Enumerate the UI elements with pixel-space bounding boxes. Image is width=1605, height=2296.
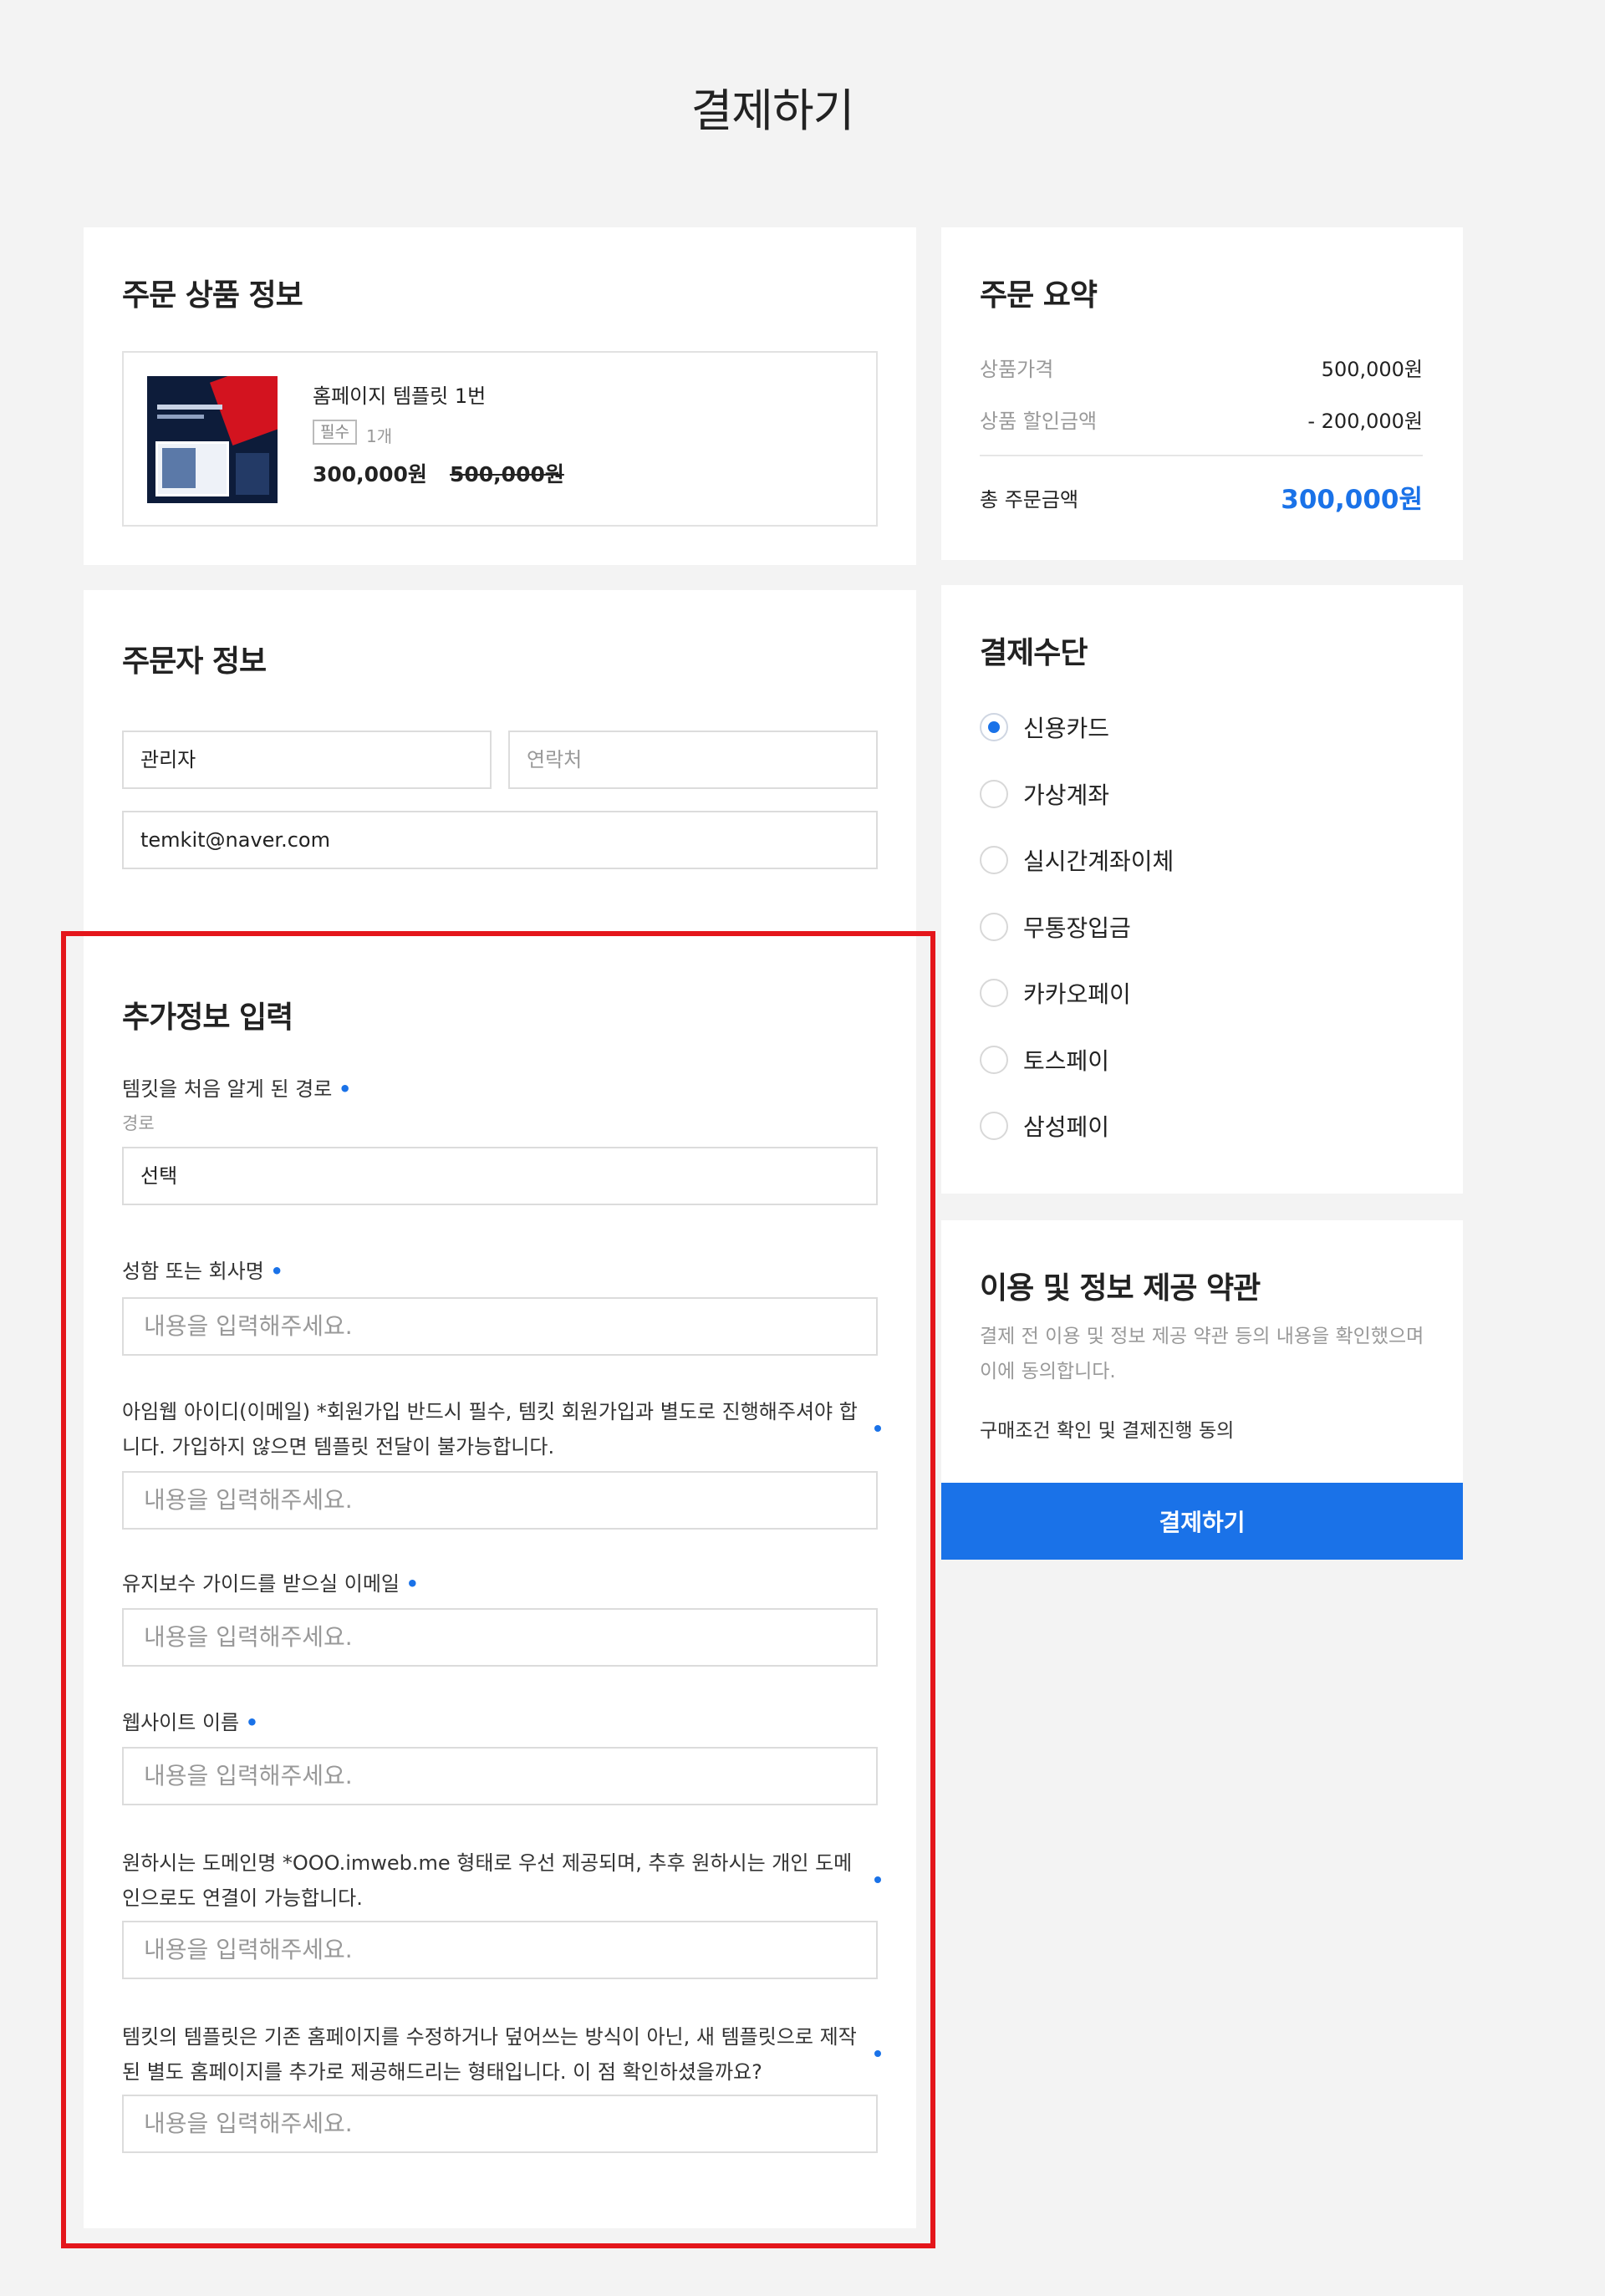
radio-button[interactable]: [980, 1045, 1008, 1074]
name-or-company-input[interactable]: 내용을 입력해주세요.: [122, 1297, 878, 1356]
order-summary-card: 주문 요약 상품가격 500,000원 상품 할인금액 - 200,000원 총 주…: [941, 227, 1463, 560]
payment-option-label: 가상계좌: [1023, 781, 1110, 809]
confirm-input[interactable]: 내용을 입력해주세요.: [122, 2095, 878, 2153]
payment-option-label: 무통장입금: [1023, 914, 1131, 942]
terms-title: 이용 및 정보 제공 약관: [980, 1271, 1261, 1306]
payment-option[interactable]: 카카오페이: [980, 976, 1131, 1010]
radio-button[interactable]: [980, 779, 1008, 808]
terms-description: 결제 전 이용 및 정보 제공 약관 등의 내용을 확인했으며 이에 동의합니다…: [980, 1326, 1424, 1382]
order-product-card: 주문 상품 정보 홈페이지 템플릿 1번 필수 1개 300,000원 500,…: [84, 227, 916, 565]
payment-option[interactable]: 무통장입금: [980, 910, 1131, 944]
required-mark: •: [338, 1077, 352, 1101]
question-label: 웹사이트 이름 •: [122, 1711, 259, 1734]
payment-option-label: 삼성페이: [1023, 1113, 1110, 1141]
additional-info-card: 추가정보 입력 템킷을 처음 알게 된 경로 • 경로 선택 성함 또는 회사명…: [84, 949, 916, 2228]
product-thumbnail: [147, 376, 278, 503]
orderer-card: 주문자 정보 관리자 연락처 temkit@naver.com: [84, 590, 916, 949]
order-product-title: 주문 상품 정보: [122, 278, 303, 313]
orderer-name-field[interactable]: 관리자: [122, 731, 492, 789]
radio-button[interactable]: [980, 846, 1008, 874]
checkout-button[interactable]: 결제하기: [941, 1483, 1463, 1560]
orderer-email-field[interactable]: temkit@naver.com: [122, 811, 878, 869]
terms-agree-label[interactable]: 구매조건 확인 및 결제진행 동의: [980, 1414, 1234, 1443]
maintenance-email-input[interactable]: 내용을 입력해주세요.: [122, 1608, 878, 1667]
payment-option[interactable]: 가상계좌: [980, 777, 1109, 811]
payment-option-label: 실시간계좌이체: [1023, 848, 1174, 875]
product-name: 홈페이지 템플릿 1번: [313, 384, 487, 408]
summary-total-label: 총 주문금액: [980, 488, 1079, 512]
route-select[interactable]: 선택: [122, 1147, 878, 1205]
orderer-title: 주문자 정보: [122, 644, 267, 679]
route-sublabel: 경로: [122, 1113, 155, 1133]
payment-option[interactable]: 신용카드: [980, 710, 1109, 744]
product-price: 300,000원: [313, 462, 427, 486]
payment-option-label: 토스페이: [1023, 1046, 1110, 1075]
imweb-id-input[interactable]: 내용을 입력해주세요.: [122, 1471, 878, 1530]
orderer-phone-field[interactable]: 연락처: [508, 731, 878, 789]
payment-option[interactable]: 삼성페이: [980, 1109, 1109, 1143]
payment-method-title: 결제수단: [980, 636, 1088, 670]
question-label: 원하시는 도메인명 *OOO.imweb.me 형태로 우선 제공되며, 추후 …: [122, 1851, 853, 1910]
required-dot: [874, 1425, 881, 1432]
payment-option[interactable]: 토스페이: [980, 1043, 1109, 1077]
website-name-input[interactable]: 내용을 입력해주세요.: [122, 1747, 878, 1805]
product-original-price: 500,000원: [450, 462, 564, 486]
payment-option-label: 카카오페이: [1023, 980, 1131, 1008]
question-label: 템킷의 템플릿은 기존 홈페이지를 수정하거나 덮어쓰는 방식이 아닌, 새 템…: [122, 2025, 857, 2084]
question-label: 아임웹 아이디(이메일) *회원가입 반드시 필수, 템킷 회원가입과 별도로 …: [122, 1400, 858, 1459]
required-dot: [874, 2050, 881, 2057]
product-quantity: 1개: [366, 426, 393, 446]
terms-card: 이용 및 정보 제공 약관 결제 전 이용 및 정보 제공 약관 등의 내용을 …: [941, 1220, 1463, 1483]
payment-option-label: 신용카드: [1023, 715, 1110, 742]
question-label: 유지보수 가이드를 받으실 이메일 •: [122, 1572, 419, 1596]
radio-button[interactable]: [980, 912, 1008, 941]
summary-divider: [980, 455, 1423, 456]
required-dot: [874, 1876, 881, 1883]
domain-input[interactable]: 내용을 입력해주세요.: [122, 1921, 878, 1979]
radio-button[interactable]: [980, 1112, 1008, 1140]
additional-info-title: 추가정보 입력: [122, 1000, 293, 1035]
payment-option[interactable]: 실시간계좌이체: [980, 843, 1174, 877]
question-label: 성함 또는 회사명 •: [122, 1260, 283, 1283]
radio-button[interactable]: [980, 713, 1008, 741]
radio-button[interactable]: [980, 979, 1008, 1007]
product-item: 홈페이지 템플릿 1번 필수 1개 300,000원 500,000원: [122, 351, 878, 527]
required-badge: 필수: [313, 420, 357, 445]
order-summary-title: 주문 요약: [980, 278, 1098, 313]
page-title: 결제하기: [690, 84, 855, 137]
route-label: 템킷을 처음 알게 된 경로 •: [122, 1077, 352, 1101]
summary-total-value: 300,000원: [1281, 485, 1423, 515]
payment-method-card: 결제수단 신용카드가상계좌실시간계좌이체무통장입금카카오페이토스페이삼성페이: [941, 585, 1463, 1194]
